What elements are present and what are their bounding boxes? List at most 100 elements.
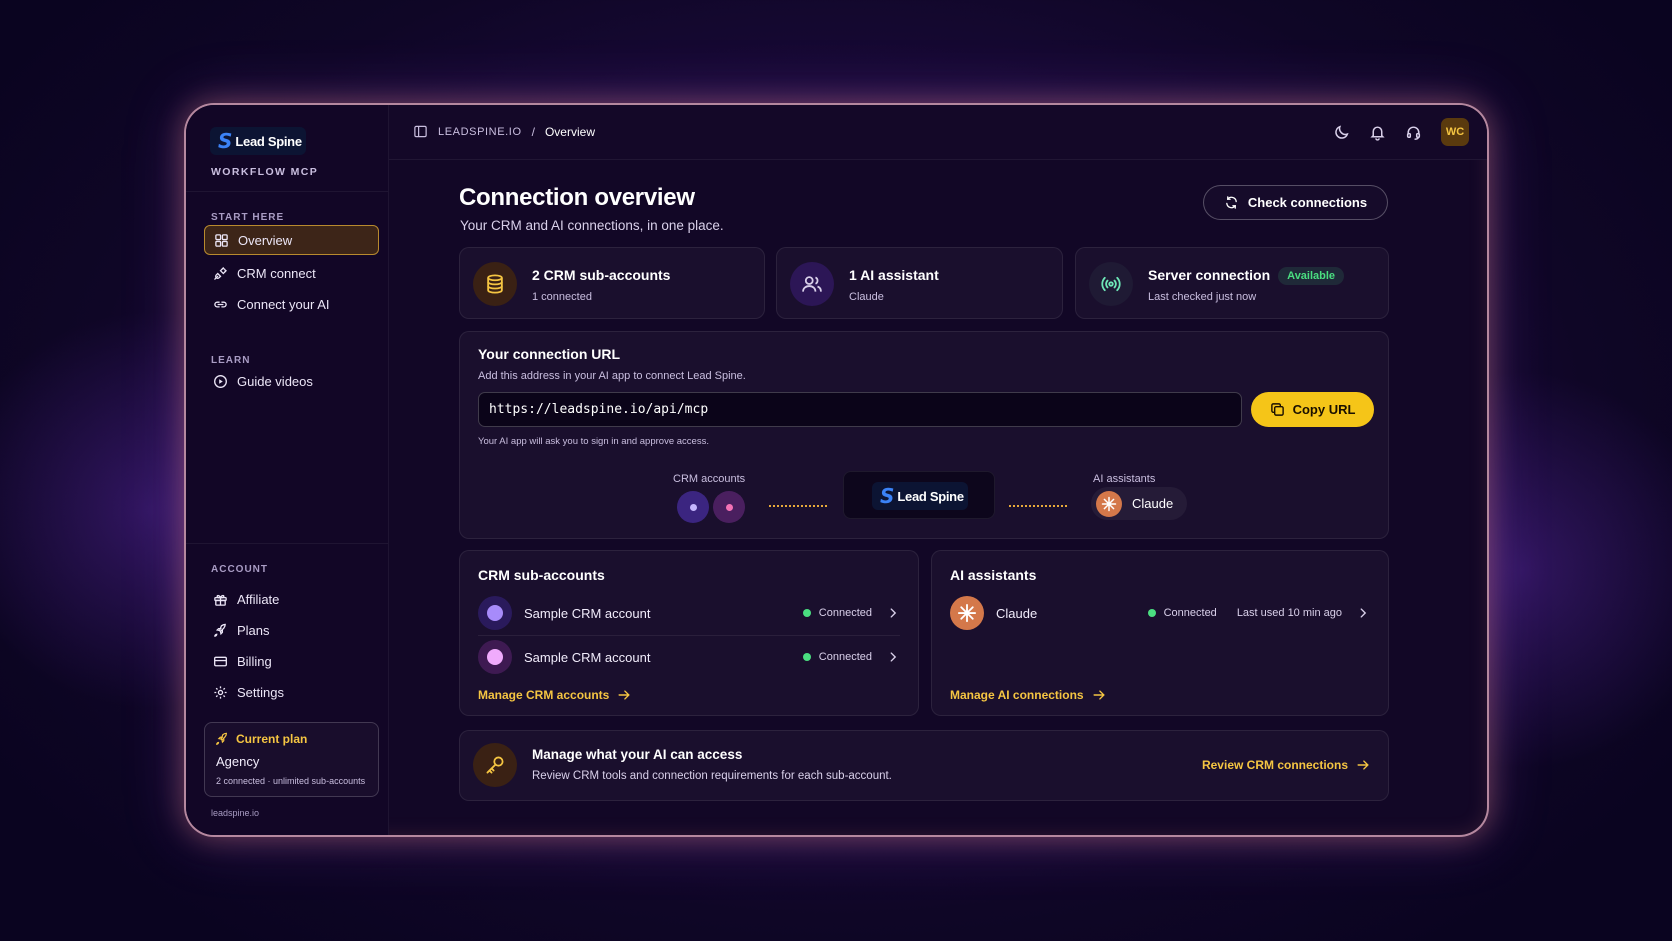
crm-row-status: Connected — [802, 607, 872, 619]
connection-url-field[interactable]: https://leadspine.io/api/mcp — [478, 392, 1242, 427]
connection-url-card: Your connection URL Add this address in … — [459, 331, 1389, 539]
sidebar-toggle-icon[interactable] — [413, 124, 428, 139]
play-circle-icon — [214, 374, 227, 388]
breadcrumb-current: Overview — [544, 124, 595, 139]
rocket-icon — [214, 623, 226, 637]
chevron-right-icon — [1360, 608, 1367, 618]
grid-icon — [215, 233, 228, 247]
chevron-right-icon — [890, 608, 897, 618]
page-title: Connection overview — [459, 184, 695, 211]
plug-icon — [214, 266, 227, 280]
sidebar-item-label: Connect your AI — [237, 296, 330, 312]
stat-icon-wrap — [473, 262, 517, 306]
check-connections-button[interactable]: Check connections — [1203, 185, 1388, 220]
connection-url-title: Your connection URL — [478, 346, 621, 362]
brand-logo[interactable]: S Lead Spine — [210, 127, 306, 155]
review-crm-connections-link[interactable]: Review CRM connections — [1202, 758, 1370, 772]
crm-row-name: Sample CRM account — [524, 605, 651, 621]
flow-label-crm: CRM accounts — [673, 473, 746, 485]
crm-row[interactable]: Sample CRM account Connected — [478, 637, 900, 677]
sidebar-item-crm-connect[interactable]: CRM connect — [204, 258, 379, 288]
sidebar-item-label: Settings — [237, 684, 284, 700]
access-title: Manage what your AI can access — [532, 747, 743, 762]
link-icon — [214, 301, 227, 307]
sidebar-item-label: Guide videos — [237, 373, 313, 389]
crm-account-avatar — [478, 640, 512, 674]
plan-name: Agency — [216, 754, 260, 769]
crm-account-avatar — [478, 596, 512, 630]
sidebar-item-plans[interactable]: Plans — [204, 615, 379, 645]
footer-domain-link[interactable]: leadspine.io — [211, 808, 259, 818]
sidebar-item-label: Billing — [237, 653, 272, 669]
breadcrumb-root[interactable]: LEADSPINE.IO — [438, 126, 522, 138]
gear-icon — [214, 685, 227, 699]
sidebar-item-affiliate[interactable]: Affiliate — [204, 584, 379, 614]
sidebar-item-label: CRM connect — [237, 265, 316, 281]
sidebar-divider — [186, 191, 388, 192]
logo-mark: S — [218, 129, 233, 153]
status-badge: Available — [1278, 267, 1345, 286]
copy-icon — [1270, 403, 1284, 416]
panel-title: CRM sub-accounts — [478, 567, 605, 583]
plan-title: Current plan — [236, 732, 308, 746]
stat-icon-wrap — [1089, 262, 1133, 306]
stat-subtitle: Last checked just now — [1148, 291, 1257, 303]
crm-row[interactable]: Sample CRM account Connected — [478, 593, 900, 633]
ai-row-name: Claude — [996, 605, 1038, 621]
headset-icon[interactable] — [1405, 124, 1422, 141]
page-subtitle: Your CRM and AI connections, in one plac… — [460, 218, 724, 233]
flow-ai-pill: Claude — [1091, 487, 1188, 520]
copy-url-button[interactable]: Copy URL — [1251, 392, 1374, 427]
moon-icon[interactable] — [1333, 124, 1350, 141]
flow-connector — [1009, 505, 1067, 507]
copy-url-label: Copy URL — [1292, 402, 1356, 417]
ai-row[interactable]: Claude Connected Last used 10 min ago — [950, 593, 1370, 633]
users-icon — [802, 276, 822, 292]
crm-row-name: Sample CRM account — [524, 649, 651, 665]
crm-account-dot — [677, 491, 709, 523]
topbar-actions: WC — [1333, 118, 1469, 146]
breadcrumb: LEADSPINE.IO / Overview — [413, 124, 595, 139]
sidebar-item-overview[interactable]: Overview — [204, 225, 379, 255]
sidebar-item-settings[interactable]: Settings — [204, 677, 379, 707]
main-content: LEADSPINE.IO / Overview WC Connection ov… — [389, 105, 1487, 835]
manage-ai-connections-label: Manage AI connections — [950, 688, 1084, 702]
stat-card-server[interactable]: Server connection Available Last checked … — [1075, 247, 1389, 319]
sparkle-icon — [957, 603, 977, 623]
section-label-start: START HERE — [211, 212, 285, 223]
flow-label-ai: AI assistants — [1093, 473, 1156, 485]
status-dot — [802, 609, 811, 617]
claude-logo — [950, 596, 984, 630]
plan-title-row: Current plan — [215, 732, 307, 746]
gift-icon — [214, 594, 227, 606]
manage-ai-connections-link[interactable]: Manage AI connections — [950, 688, 1106, 702]
broadcast-icon — [1101, 276, 1121, 292]
connection-url-subtitle: Add this address in your AI app to conne… — [478, 370, 746, 382]
crm-row-status-text: Connected — [818, 607, 872, 619]
flow-hub: S Lead Spine — [843, 471, 995, 519]
review-crm-connections-label: Review CRM connections — [1201, 758, 1348, 772]
stat-icon-wrap — [790, 262, 834, 306]
panel-title: AI assistants — [950, 567, 1037, 583]
stat-title-text: Server connection — [1148, 267, 1271, 283]
arrow-right-icon — [1093, 690, 1105, 700]
arrow-right-icon — [618, 690, 631, 700]
logo-text: Lead Spine — [897, 488, 964, 504]
stat-title: 2 CRM sub-accounts — [532, 267, 671, 283]
bell-icon[interactable] — [1369, 124, 1386, 141]
stat-subtitle: 1 connected — [532, 291, 592, 303]
sidebar-item-connect-ai[interactable]: Connect your AI — [204, 289, 379, 319]
stat-title: 1 AI assistant — [849, 267, 939, 283]
sidebar-item-billing[interactable]: Billing — [204, 646, 379, 676]
sidebar-item-guide-videos[interactable]: Guide videos — [204, 366, 379, 396]
user-avatar[interactable]: WC — [1441, 118, 1469, 146]
manage-crm-accounts-link[interactable]: Manage CRM accounts — [478, 688, 631, 702]
ai-row-last-used: Last used 10 min ago — [1236, 607, 1342, 619]
stat-card-crm[interactable]: 2 CRM sub-accounts 1 connected — [459, 247, 765, 319]
status-dot — [802, 653, 811, 661]
stat-card-ai[interactable]: 1 AI assistant Claude — [776, 247, 1063, 319]
app-window: S Lead Spine WORKFLOW MCP START HERE Ove… — [184, 103, 1489, 837]
logo-mark: S — [880, 484, 895, 508]
crm-account-dot — [713, 491, 745, 523]
current-plan-card[interactable]: Current plan Agency 2 connected · unlimi… — [204, 722, 379, 797]
